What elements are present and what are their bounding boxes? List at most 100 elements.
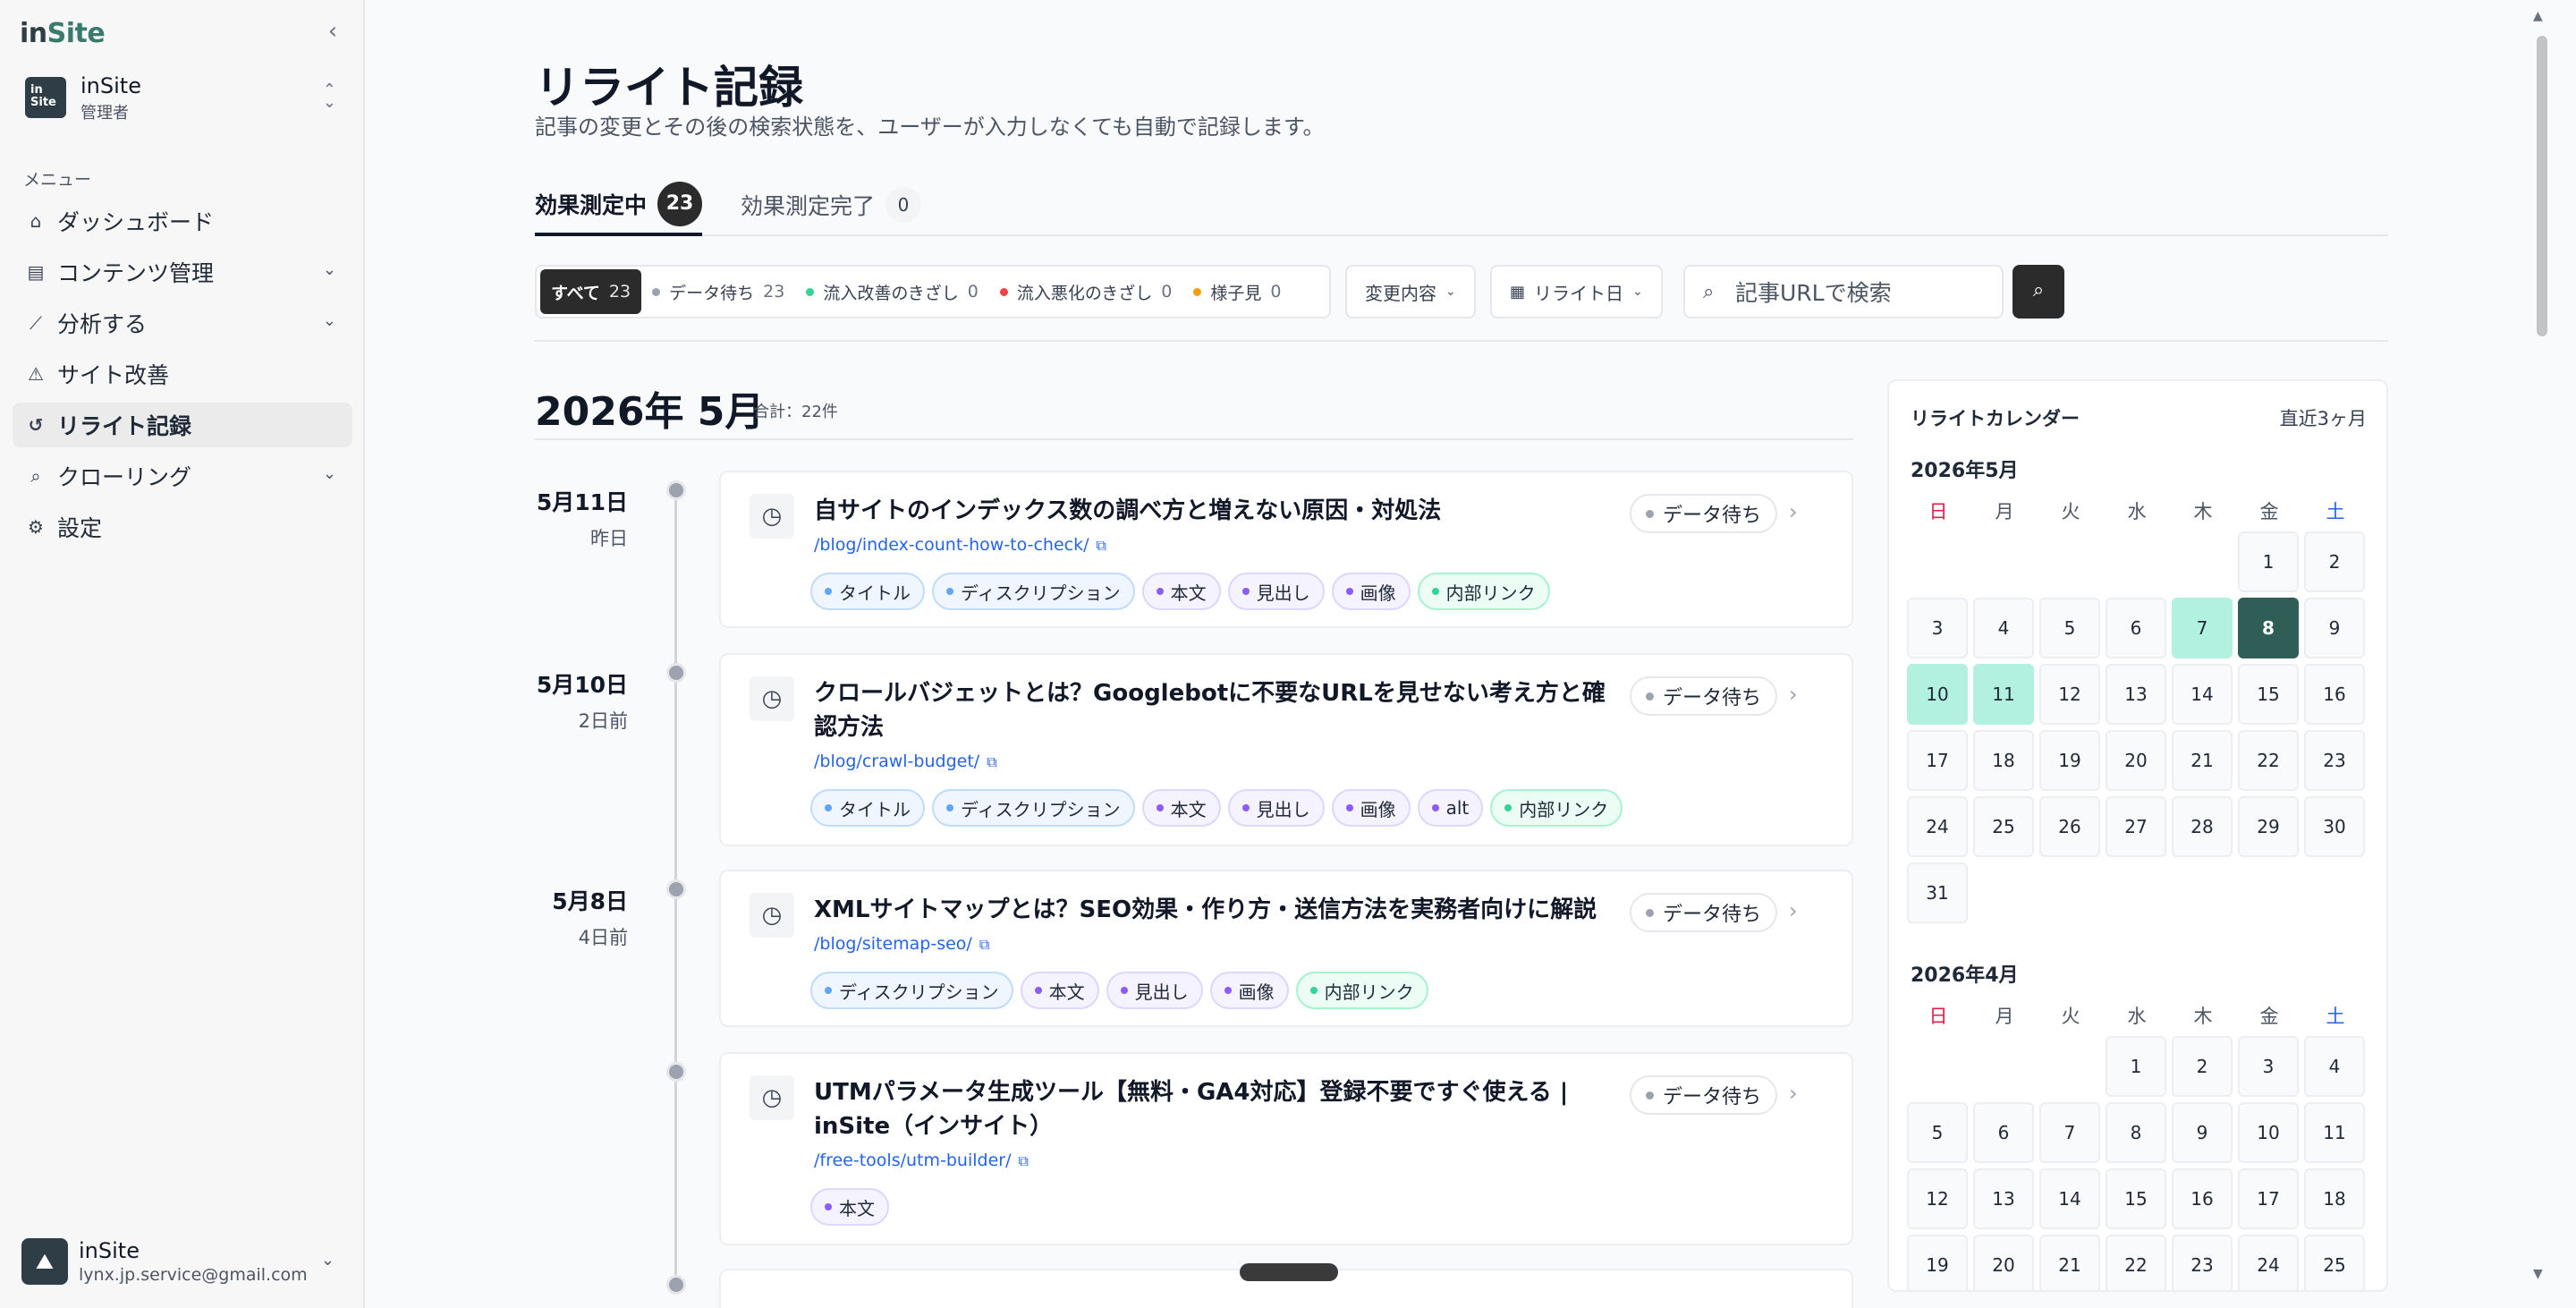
entry-title[interactable]: UTMパラメータ生成ツール【無料・GA4対応】登録不要ですぐ使える | inSi…: [814, 1075, 1619, 1143]
sidebar-item-crawling[interactable]: ⌕ クローリング ⌄: [13, 454, 352, 498]
calendar-day[interactable]: 21: [2039, 1235, 2100, 1290]
sidebar-item-analyze[interactable]: ⟋ 分析する ⌄: [13, 301, 352, 345]
calendar-day[interactable]: 5: [2039, 598, 2100, 658]
tab-measuring[interactable]: 効果測定中 23: [535, 175, 703, 236]
entry-title[interactable]: クロールバジェットとは？Googlebotに不要なURLを見せない考え方と確認方…: [814, 676, 1619, 744]
change-type-dropdown[interactable]: 変更内容 ⌄: [1345, 265, 1476, 319]
sidebar-item-content[interactable]: ▤ コンテンツ管理 ⌄: [13, 250, 352, 294]
calendar-day[interactable]: 22: [2238, 730, 2299, 791]
calendar-day[interactable]: 17: [1907, 730, 1968, 791]
calendar-day[interactable]: 27: [2106, 796, 2166, 857]
calendar-day[interactable]: 11: [1973, 664, 2034, 725]
calendar-day[interactable]: 2: [2304, 531, 2365, 592]
calendar-title: リライトカレンダー: [1911, 408, 2080, 429]
calendar-day[interactable]: 23: [2172, 1235, 2233, 1290]
calendar-day[interactable]: 14: [2039, 1168, 2100, 1229]
calendar-day[interactable]: 3: [1907, 598, 1968, 658]
entry-url-link[interactable]: /blog/sitemap-seo/ ⧉: [814, 934, 989, 954]
search-button[interactable]: ⌕: [2012, 265, 2064, 319]
calendar-day[interactable]: 4: [1973, 598, 2034, 658]
calendar-day[interactable]: 8: [2238, 598, 2299, 658]
rewrite-entry-card[interactable]: ◷ 自サイトのインデックス数の調べ方と増えない原因・対処法 /blog/inde…: [719, 471, 1853, 628]
calendar-day[interactable]: 1: [2106, 1036, 2166, 1097]
calendar-day[interactable]: 13: [2106, 664, 2166, 725]
entry-url-link[interactable]: /blog/crawl-budget/ ⧉: [814, 752, 997, 771]
calendar-day[interactable]: 26: [2039, 796, 2100, 857]
calendar-day[interactable]: 8: [2106, 1102, 2166, 1163]
filter-worsening[interactable]: 流入悪化のきざし 0: [989, 269, 1183, 314]
calendar-day[interactable]: 24: [1907, 796, 1968, 857]
calendar-day[interactable]: 2: [2172, 1036, 2233, 1097]
calendar-day[interactable]: 9: [2172, 1102, 2233, 1163]
filter-all[interactable]: すべて 23: [540, 269, 642, 314]
sidebar-item-rewrite[interactable]: ↺ リライト記録: [13, 403, 352, 447]
sidebar-item-dashboard[interactable]: ⌂ ダッシュボード: [13, 199, 352, 243]
rewrite-date-dropdown[interactable]: ▦ リライト日 ⌄: [1490, 265, 1663, 319]
chevron-right-icon[interactable]: ›: [1789, 499, 1798, 524]
calendar-day[interactable]: 25: [2304, 1235, 2365, 1290]
chevron-right-icon[interactable]: ›: [1789, 898, 1798, 923]
calendar-day[interactable]: 10: [2238, 1102, 2299, 1163]
scroll-down-icon[interactable]: ▼: [2533, 1267, 2543, 1281]
calendar-day[interactable]: 4: [2304, 1036, 2365, 1097]
org-switcher[interactable]: in Site inSite 管理者 ⌃ ⌄: [21, 73, 343, 125]
tab-completed[interactable]: 効果測定完了 0: [741, 175, 922, 234]
filter-waiting[interactable]: データ待ち 23: [641, 269, 795, 314]
calendar-day[interactable]: 24: [2238, 1235, 2299, 1290]
calendar-day[interactable]: 10: [1907, 664, 1968, 725]
sidebar-nav: ⌂ ダッシュボード ▤ コンテンツ管理 ⌄ ⟋ 分析する ⌄ ⚠ サイト改善 ↺…: [13, 199, 352, 556]
calendar-day[interactable]: 12: [1907, 1168, 1968, 1229]
calendar-day[interactable]: 6: [1973, 1102, 2034, 1163]
calendar-day[interactable]: 5: [1907, 1102, 1968, 1163]
calendar-day[interactable]: 25: [1973, 796, 2034, 857]
calendar-day[interactable]: 3: [2238, 1036, 2299, 1097]
calendar-day[interactable]: 15: [2238, 664, 2299, 725]
calendar-day[interactable]: 20: [2106, 730, 2166, 791]
calendar-day[interactable]: 1: [2238, 531, 2299, 592]
chevron-right-icon[interactable]: ›: [1789, 1081, 1798, 1106]
filter-improving[interactable]: 流入改善のきざし 0: [795, 269, 989, 314]
calendar-day[interactable]: 9: [2304, 598, 2365, 658]
filter-watching[interactable]: 様子見 0: [1182, 269, 1292, 314]
vertical-scrollbar[interactable]: [2537, 36, 2547, 336]
entry-url-link[interactable]: /free-tools/utm-builder/ ⧉: [814, 1151, 1029, 1170]
rewrite-entry-card[interactable]: ◷ XMLサイトマップとは？SEO効果・作り方・送信方法を実務者向けに解説 /b…: [719, 870, 1853, 1027]
calendar-day[interactable]: 17: [2238, 1168, 2299, 1229]
entry-url-link[interactable]: /blog/index-count-how-to-check/ ⧉: [814, 535, 1106, 555]
sidebar-item-settings[interactable]: ⚙ 設定: [13, 505, 352, 549]
calendar-day[interactable]: 7: [2172, 598, 2233, 658]
sidebar-item-site-improve[interactable]: ⚠ サイト改善: [13, 352, 352, 396]
rewrite-entry-card[interactable]: ◷ クロールバジェットとは？Googlebotに不要なURLを見せない考え方と確…: [719, 653, 1853, 846]
calendar-day[interactable]: 23: [2304, 730, 2365, 791]
calendar-day[interactable]: 16: [2304, 664, 2365, 725]
calendar-day[interactable]: 12: [2039, 664, 2100, 725]
calendar-day[interactable]: 11: [2304, 1102, 2365, 1163]
calendar-day[interactable]: 18: [2304, 1168, 2365, 1229]
calendar-day[interactable]: 18: [1973, 730, 2034, 791]
calendar-day[interactable]: 19: [2039, 730, 2100, 791]
calendar-day[interactable]: 6: [2106, 598, 2166, 658]
scroll-up-icon[interactable]: ▲: [2533, 9, 2543, 23]
calendar-day[interactable]: 19: [1907, 1235, 1968, 1290]
calendar-day[interactable]: 28: [2172, 796, 2233, 857]
entry-title[interactable]: 自サイトのインデックス数の調べ方と増えない原因・対処法: [814, 494, 1619, 528]
entry-title[interactable]: XMLサイトマップとは？SEO効果・作り方・送信方法を実務者向けに解説: [814, 893, 1619, 927]
calendar-day[interactable]: 22: [2106, 1235, 2166, 1290]
calendar-day[interactable]: 30: [2304, 796, 2365, 857]
calendar-day[interactable]: 13: [1973, 1168, 2034, 1229]
calendar-day[interactable]: 29: [2238, 796, 2299, 857]
chevron-right-icon[interactable]: ›: [1789, 682, 1798, 707]
logo[interactable]: inSite: [20, 18, 106, 49]
horizontal-scrollbar[interactable]: [1240, 1263, 1338, 1281]
calendar-day[interactable]: 31: [1907, 862, 1968, 923]
search-input[interactable]: [1735, 276, 1995, 310]
calendar-day[interactable]: 20: [1973, 1235, 2034, 1290]
calendar-day[interactable]: 7: [2039, 1102, 2100, 1163]
chevron-left-icon[interactable]: ‹: [322, 18, 343, 45]
calendar-day[interactable]: 16: [2172, 1168, 2233, 1229]
calendar-day[interactable]: 21: [2172, 730, 2233, 791]
user-menu[interactable]: ⛰ inSite lynx.jp.service@gmail.com ⌄: [21, 1235, 343, 1288]
calendar-day[interactable]: 14: [2172, 664, 2233, 725]
rewrite-entry-card[interactable]: ◷ UTMパラメータ生成ツール【無料・GA4対応】登録不要ですぐ使える | in…: [719, 1052, 1853, 1245]
calendar-day[interactable]: 15: [2106, 1168, 2166, 1229]
